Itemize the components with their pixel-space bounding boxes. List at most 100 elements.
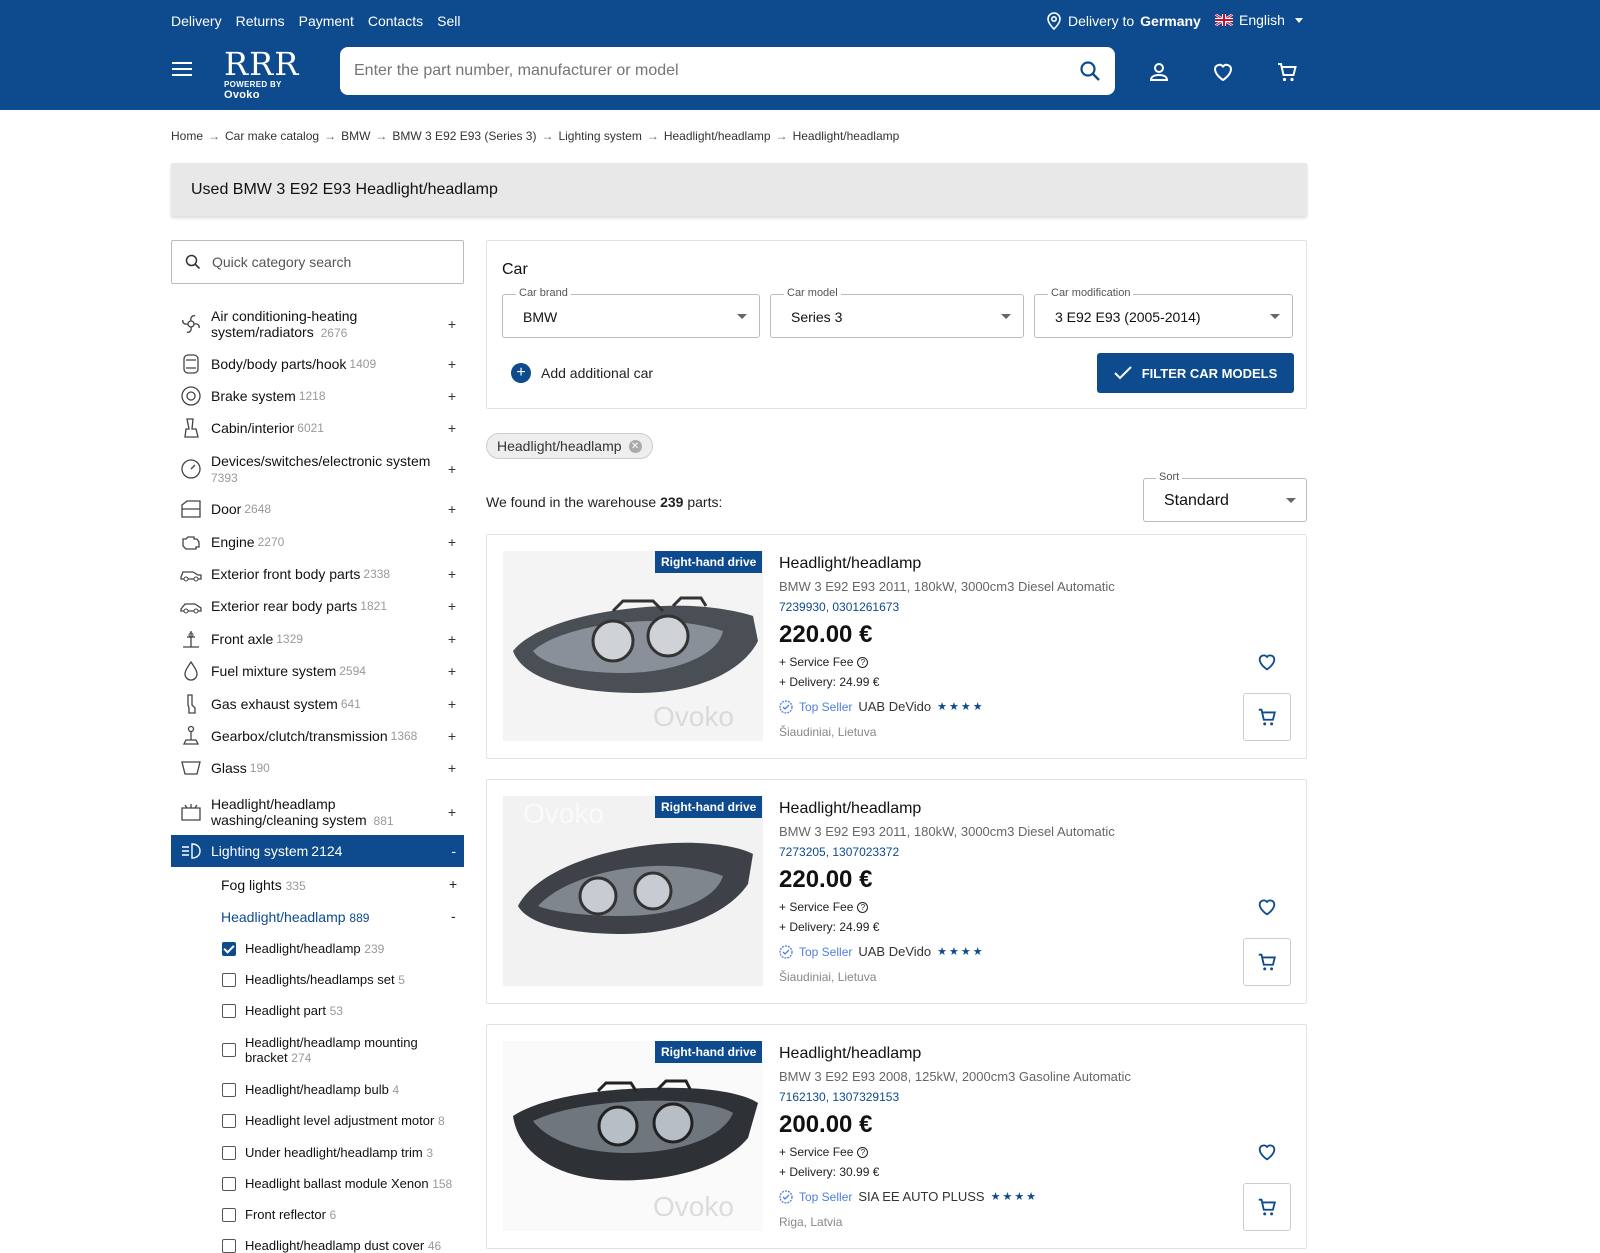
- expand-icon[interactable]: +: [448, 534, 456, 550]
- car-brand-select[interactable]: Car brand BMW: [502, 287, 760, 338]
- filter-checkbox-bulb[interactable]: Headlight/headlamp bulb 4: [222, 1082, 399, 1097]
- expand-icon[interactable]: +: [448, 760, 456, 776]
- sort-select[interactable]: Sort Standard: [1143, 471, 1307, 522]
- category-body[interactable]: Body/body parts/hook 1409 +: [171, 352, 464, 376]
- expand-icon[interactable]: +: [448, 461, 456, 477]
- category-brake[interactable]: Brake system 1218 +: [171, 384, 464, 408]
- add-to-cart-button[interactable]: [1243, 938, 1291, 986]
- language-selector[interactable]: English: [1215, 12, 1303, 28]
- product-card[interactable]: Ovoko Right-hand drive Headlight/headlam…: [486, 779, 1307, 1004]
- expand-icon[interactable]: +: [448, 598, 456, 614]
- category-fuel[interactable]: Fuel mixture system 2594 +: [171, 659, 464, 683]
- category-glass[interactable]: Glass 190 +: [171, 756, 464, 780]
- heart-icon[interactable]: [1256, 896, 1278, 918]
- product-image[interactable]: Ovoko: [503, 551, 763, 741]
- logo[interactable]: RRR POWERED BY Ovoko: [224, 48, 314, 101]
- expand-icon[interactable]: +: [448, 420, 456, 436]
- product-image[interactable]: Ovoko: [503, 1041, 763, 1231]
- filter-checkbox-under-trim[interactable]: Under headlight/headlamp trim 3: [222, 1145, 433, 1160]
- checkbox-icon[interactable]: [222, 1208, 236, 1222]
- checkbox-icon[interactable]: [222, 1177, 236, 1191]
- expand-icon[interactable]: +: [448, 663, 456, 679]
- filter-checkbox-front-reflector[interactable]: Front reflector 6: [222, 1207, 336, 1222]
- help-icon[interactable]: ?: [857, 901, 869, 913]
- add-to-cart-button[interactable]: [1243, 693, 1291, 741]
- product-card[interactable]: Ovoko Right-hand drive Headlight/headlam…: [486, 1024, 1307, 1249]
- category-door[interactable]: Door 2648 +: [171, 497, 464, 521]
- link-delivery[interactable]: Delivery: [171, 13, 222, 29]
- category-exhaust[interactable]: Gas exhaust system 641 +: [171, 692, 464, 716]
- seller-name[interactable]: SIA EE AUTO PLUSS: [858, 1189, 984, 1204]
- expand-icon[interactable]: +: [448, 696, 456, 712]
- checkbox-icon[interactable]: [222, 1146, 236, 1160]
- category-air-conditioning[interactable]: Air conditioning-heating system/radiator…: [171, 307, 464, 341]
- link-returns[interactable]: Returns: [236, 13, 285, 29]
- filter-checkbox-headlights-set[interactable]: Headlights/headlamps set 5: [222, 972, 405, 987]
- close-icon[interactable]: ✕: [628, 439, 642, 453]
- help-icon[interactable]: ?: [857, 1146, 869, 1158]
- seller-name[interactable]: UAB DeVido: [858, 944, 931, 959]
- expand-icon[interactable]: +: [449, 876, 457, 892]
- expand-icon[interactable]: +: [448, 728, 456, 744]
- product-title[interactable]: Headlight/headlamp: [779, 555, 921, 573]
- product-title[interactable]: Headlight/headlamp: [779, 800, 921, 818]
- category-engine[interactable]: Engine 2270 +: [171, 530, 464, 554]
- checkbox-icon[interactable]: [222, 1043, 236, 1057]
- expand-icon[interactable]: +: [448, 316, 456, 332]
- help-icon[interactable]: ?: [857, 656, 869, 668]
- breadcrumb-item[interactable]: BMW: [341, 129, 370, 143]
- category-gearbox[interactable]: Gearbox/clutch/transmission 1368 +: [171, 724, 464, 748]
- user-icon[interactable]: [1147, 60, 1171, 84]
- car-model-select[interactable]: Car model Series 3: [770, 287, 1024, 338]
- menu-icon[interactable]: [172, 62, 192, 78]
- checkbox-icon[interactable]: [222, 973, 236, 987]
- category-exterior-front[interactable]: Exterior front body parts 2338 +: [171, 562, 464, 586]
- link-payment[interactable]: Payment: [299, 13, 354, 29]
- product-card[interactable]: Ovoko Right-hand drive Headlight/headlam…: [486, 534, 1307, 759]
- heart-icon[interactable]: [1256, 1141, 1278, 1163]
- category-lighting-system[interactable]: Lighting system 2124 -: [171, 835, 464, 867]
- category-exterior-rear[interactable]: Exterior rear body parts 1821 +: [171, 594, 464, 618]
- filter-checkbox-mounting-bracket[interactable]: Headlight/headlamp mounting bracket 274: [222, 1035, 437, 1066]
- category-devices[interactable]: Devices/switches/electronic system 7393 +: [171, 452, 464, 486]
- add-car-button[interactable]: + Add additional car: [511, 363, 653, 383]
- product-image[interactable]: Ovoko: [503, 796, 763, 986]
- add-to-cart-button[interactable]: [1243, 1183, 1291, 1231]
- seller-name[interactable]: UAB DeVido: [858, 699, 931, 714]
- product-title[interactable]: Headlight/headlamp: [779, 1045, 921, 1063]
- expand-icon[interactable]: +: [448, 388, 456, 404]
- checkbox-checked-icon[interactable]: [222, 942, 236, 956]
- collapse-icon[interactable]: -: [451, 908, 456, 924]
- breadcrumb-item[interactable]: Lighting system: [558, 129, 641, 143]
- search-input[interactable]: [340, 47, 1115, 95]
- checkbox-icon[interactable]: [222, 1083, 236, 1097]
- checkbox-icon[interactable]: [222, 1114, 236, 1128]
- expand-icon[interactable]: +: [448, 501, 456, 517]
- filter-checkbox-headlight[interactable]: Headlight/headlamp 239: [222, 941, 384, 956]
- heart-icon[interactable]: [1211, 60, 1235, 84]
- expand-icon[interactable]: +: [448, 356, 456, 372]
- active-filter-chip[interactable]: Headlight/headlamp ✕: [486, 433, 653, 459]
- breadcrumb-item[interactable]: Headlight/headlamp: [664, 129, 771, 143]
- link-sell[interactable]: Sell: [437, 13, 460, 29]
- filter-checkbox-headlight-part[interactable]: Headlight part 53: [222, 1003, 343, 1018]
- category-search-input[interactable]: Quick category search: [171, 240, 464, 284]
- category-front-axle[interactable]: Front axle 1329 +: [171, 627, 464, 651]
- search-icon[interactable]: [1078, 59, 1102, 83]
- filter-car-models-button[interactable]: FILTER CAR MODELS: [1097, 353, 1294, 393]
- heart-icon[interactable]: [1256, 651, 1278, 673]
- breadcrumb-item[interactable]: Home: [171, 129, 203, 143]
- category-headlight-washing[interactable]: Headlight/headlamp washing/cleaning syst…: [171, 795, 464, 829]
- car-modification-select[interactable]: Car modification 3 E92 E93 (2005-2014): [1034, 287, 1293, 338]
- breadcrumb-item[interactable]: Car make catalog: [225, 129, 319, 143]
- category-cabin[interactable]: Cabin/interior 6021 +: [171, 416, 464, 440]
- subcategory-headlight[interactable]: Headlight/headlamp 889: [221, 909, 369, 925]
- delivery-country-selector[interactable]: Delivery to Germany: [1046, 12, 1201, 30]
- filter-checkbox-level-motor[interactable]: Headlight level adjustment motor 8: [222, 1113, 445, 1128]
- expand-icon[interactable]: +: [448, 566, 456, 582]
- link-contacts[interactable]: Contacts: [368, 13, 423, 29]
- cart-icon[interactable]: [1275, 60, 1299, 84]
- filter-checkbox-ballast[interactable]: Headlight ballast module Xenon 158: [222, 1176, 452, 1191]
- expand-icon[interactable]: +: [448, 804, 456, 820]
- breadcrumb-item[interactable]: BMW 3 E92 E93 (Series 3): [392, 129, 536, 143]
